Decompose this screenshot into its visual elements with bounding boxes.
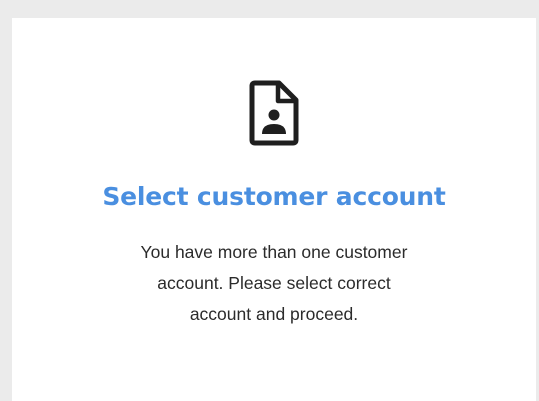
message-line: account. Please select correct	[157, 273, 391, 293]
dialog-message: You have more than one customer account.…	[74, 237, 474, 330]
message-line: You have more than one customer	[140, 242, 408, 262]
dialog-title: Select customer account	[102, 182, 446, 211]
icon-container	[12, 80, 536, 160]
select-account-card: Select customer account You have more th…	[12, 18, 536, 401]
contact-document-icon	[249, 80, 299, 146]
message-line: account and proceed.	[189, 304, 359, 324]
